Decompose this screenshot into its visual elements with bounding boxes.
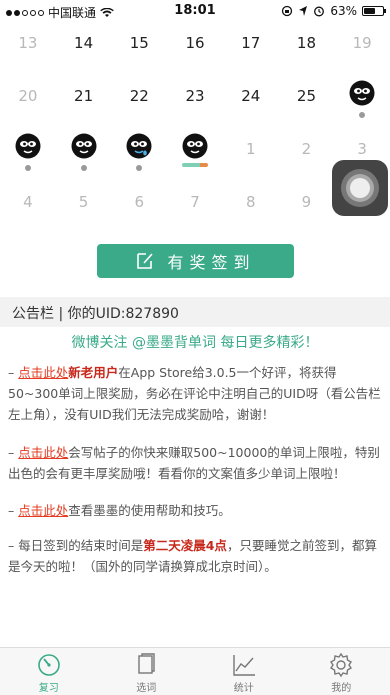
calendar-day[interactable]: 4 (0, 181, 56, 234)
chart-icon (231, 652, 257, 678)
calendar-day[interactable] (111, 128, 167, 181)
day-number: 3 (357, 140, 367, 158)
calendar-day[interactable]: 9 (279, 181, 335, 234)
click-here-link[interactable]: 点击此处 (18, 503, 68, 518)
bulletin-item-help: – 点击此处查看墨墨的使用帮助和技巧。 (8, 500, 382, 521)
clock-review-icon (36, 652, 62, 678)
gear-icon (328, 652, 354, 678)
calendar-day[interactable] (0, 128, 56, 181)
tab-statistics[interactable]: 统计 (195, 648, 293, 695)
checkin-button[interactable]: 有奖签到 (97, 244, 294, 278)
calendar-day[interactable]: 19 (334, 22, 390, 75)
day-number: 4 (23, 193, 33, 211)
checked-dot (81, 165, 87, 171)
day-number: 23 (185, 87, 204, 105)
bulletin-item-deadline: – 每日签到的结束时间是第二天凌晨4点，只要睡觉之前签到，都算是今天的啦！（国外… (8, 535, 382, 577)
tab-mine[interactable]: 我的 (293, 648, 390, 695)
checked-dot (25, 165, 31, 171)
calendar-day[interactable]: 8 (223, 181, 279, 234)
day-number: 18 (297, 34, 316, 52)
calendar-day[interactable]: 2 (279, 128, 335, 181)
day-number: 1 (246, 140, 256, 158)
day-number: 20 (18, 87, 37, 105)
calendar-day[interactable]: 7 (167, 181, 223, 234)
checked-in-face-icon (126, 133, 152, 159)
day-number: 7 (190, 193, 200, 211)
day-number: 13 (18, 34, 37, 52)
day-number: 16 (185, 34, 204, 52)
calendar-day[interactable]: 22 (111, 75, 167, 128)
alarm-icon (313, 5, 325, 17)
location-icon (298, 5, 308, 17)
battery-icon (362, 6, 384, 16)
edit-icon (135, 251, 155, 271)
status-bar: 中国联通 18:01 63% (0, 0, 390, 22)
calendar-day[interactable]: 1 (223, 128, 279, 181)
day-number: 14 (74, 34, 93, 52)
calendar-day[interactable]: 18 (279, 22, 335, 75)
click-here-link[interactable]: 点击此处 (18, 445, 68, 460)
bulletin-item-post: – 点击此处会写帖子的你快来赚取500~10000的单词上限啦，特别出色的会有更… (8, 442, 382, 484)
calendar-day[interactable] (167, 128, 223, 181)
calendar-day[interactable]: 14 (56, 22, 112, 75)
tab-select-words[interactable]: 选词 (98, 648, 196, 695)
calendar-day[interactable]: 15 (111, 22, 167, 75)
tab-review[interactable]: 复习 (0, 648, 98, 695)
day-number: 17 (241, 34, 260, 52)
checked-in-face-icon (349, 80, 375, 106)
checked-in-face-icon (15, 133, 41, 159)
calendar-day[interactable]: 21 (56, 75, 112, 128)
calendar-day[interactable] (334, 75, 390, 128)
calendar-week-row: 13 14 15 16 17 18 19 (0, 22, 390, 75)
calendar-day[interactable]: 6 (111, 181, 167, 234)
checkin-label: 有奖签到 (167, 249, 255, 273)
bulletin-item-review: – 点击此处新老用户在App Store给3.0.5一个好评，将获得50~300… (8, 362, 382, 425)
calendar-day[interactable] (56, 128, 112, 181)
weibo-follow-link[interactable]: 微博关注 @墨墨背单词 每日更多精彩！ (0, 332, 390, 352)
calendar-day[interactable]: 17 (223, 22, 279, 75)
bulletin-title: 公告栏 | 你的UID:827890 (12, 303, 179, 323)
calendar-day[interactable]: 20 (0, 75, 56, 128)
calendar-week-row: 20 21 22 23 24 25 (0, 75, 390, 128)
day-number: 24 (241, 87, 260, 105)
battery-percent: 63% (330, 4, 357, 18)
checked-in-face-icon (71, 133, 97, 159)
day-number: 5 (79, 193, 89, 211)
checked-dot (136, 165, 142, 171)
bulletin-header: 公告栏 | 你的UID:827890 (0, 297, 390, 327)
day-number: 2 (302, 140, 312, 158)
calendar-day[interactable]: 24 (223, 75, 279, 128)
calendar-day[interactable]: 23 (167, 75, 223, 128)
day-number: 6 (135, 193, 145, 211)
day-number: 19 (353, 34, 372, 52)
calendar-day[interactable]: 16 (167, 22, 223, 75)
day-number: 15 (130, 34, 149, 52)
click-here-link[interactable]: 点击此处 (18, 365, 68, 380)
tab-bar: 复习 选词 统计 我的 (0, 647, 390, 695)
lock-rotation-icon (281, 5, 293, 17)
daily-progress-bar (182, 163, 208, 167)
checked-dot (359, 112, 365, 118)
day-number: 9 (302, 193, 312, 211)
calendar-day[interactable]: 5 (56, 181, 112, 234)
day-number: 22 (130, 87, 149, 105)
book-icon (133, 652, 159, 678)
day-number: 8 (246, 193, 256, 211)
assistive-touch-button[interactable] (332, 160, 388, 216)
day-number: 21 (74, 87, 93, 105)
checked-in-face-icon (182, 133, 208, 159)
calendar-day[interactable]: 13 (0, 22, 56, 75)
calendar-day[interactable]: 25 (279, 75, 335, 128)
day-number: 25 (297, 87, 316, 105)
